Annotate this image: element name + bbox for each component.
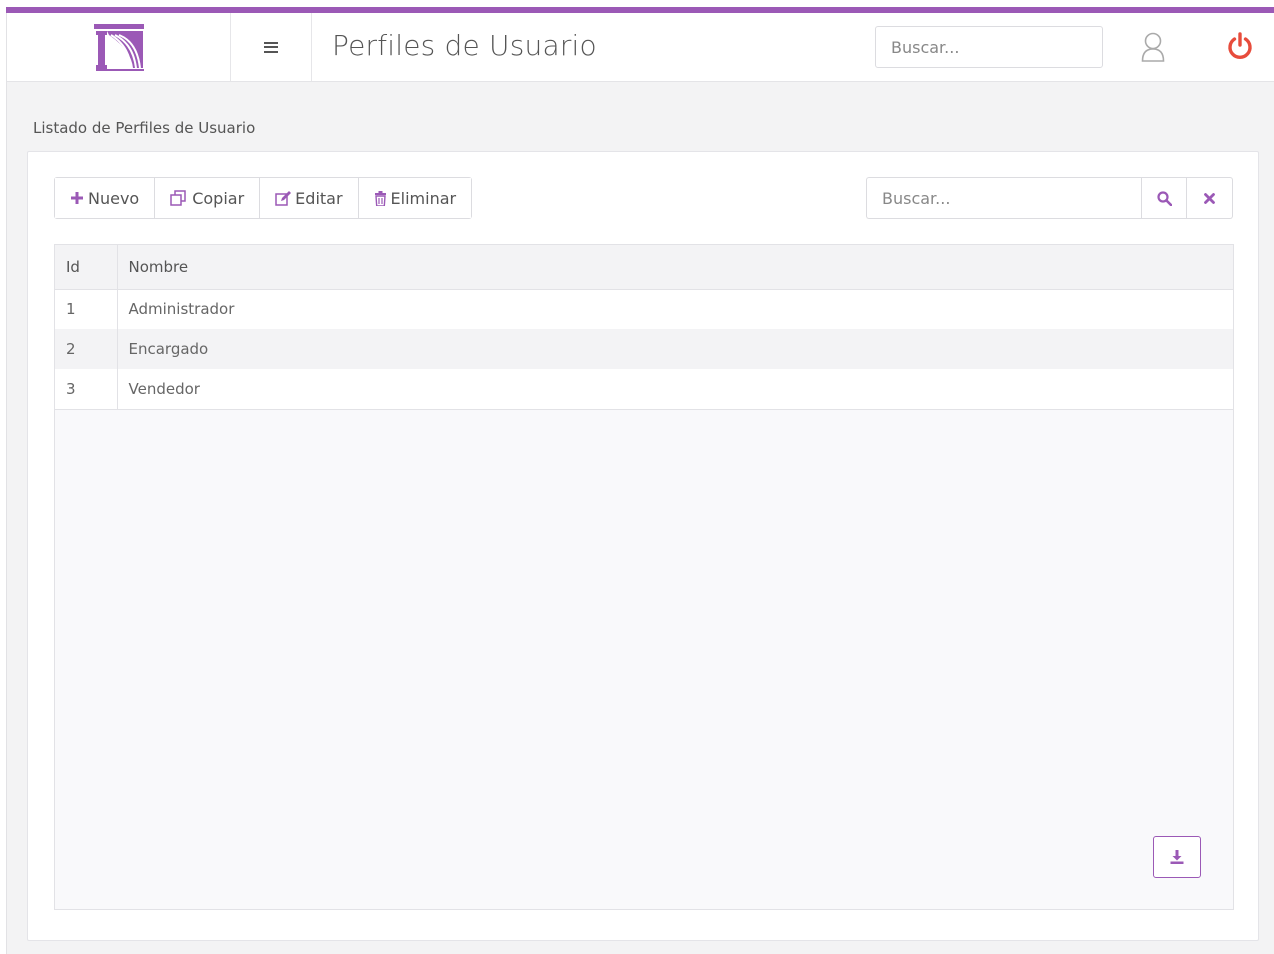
cell-id: 1 [55, 289, 118, 329]
logo-area [7, 13, 231, 81]
list-search-input[interactable] [866, 177, 1141, 219]
copy-icon [170, 190, 186, 206]
table-header-row: Id Nombre [55, 245, 1233, 290]
export-button[interactable] [1153, 836, 1201, 878]
edit-icon [275, 190, 292, 206]
column-header-nombre[interactable]: Nombre [117, 245, 1233, 290]
plus-icon [71, 192, 83, 204]
trash-icon [374, 190, 386, 206]
search-icon [1156, 190, 1172, 206]
power-icon[interactable] [1227, 32, 1253, 60]
logo[interactable] [93, 22, 145, 72]
header-search-input[interactable] [875, 26, 1103, 68]
table-row[interactable]: 3 Vendedor [55, 369, 1233, 410]
app-container: Perfiles de Usuario Listado de Perfiles … [6, 13, 1274, 954]
list-panel: Nuevo Copiar Editar Eliminar Buscar... I… [27, 151, 1259, 941]
cell-nombre: Encargado [128, 340, 209, 358]
hamburger-icon[interactable] [264, 41, 278, 53]
edit-button[interactable]: Editar [260, 178, 359, 218]
column-header-id[interactable]: Id [55, 245, 118, 290]
delete-button-label: Eliminar [390, 188, 457, 208]
list-search-group [866, 177, 1233, 219]
action-toolbar: Nuevo Copiar Editar Eliminar [54, 177, 473, 219]
user-icon[interactable] [1141, 32, 1165, 62]
cell-id: 2 [55, 329, 118, 369]
header: Perfiles de Usuario [7, 13, 1274, 82]
close-icon [1204, 192, 1215, 204]
cell-nombre: Administrador [128, 300, 235, 319]
table-row[interactable]: 1 Administrador [55, 289, 1233, 329]
profiles-table: Id Nombre 1 Administrador 2 Encargado 3 [54, 244, 1234, 910]
section-title: Listado de Perfiles de Usuario [33, 119, 256, 137]
cell-nombre: Vendedor [117, 369, 1233, 410]
page-title: Perfiles de Usuario [332, 29, 597, 62]
search-button[interactable] [1141, 177, 1187, 219]
clear-search-button[interactable] [1187, 177, 1233, 219]
download-icon [1170, 850, 1184, 864]
new-button[interactable]: Nuevo [55, 178, 156, 218]
cell-id: 3 [55, 369, 118, 410]
menu-toggle-cell [231, 13, 312, 81]
edit-button-label: Editar [295, 188, 343, 208]
copy-button-label: Copiar [192, 188, 245, 208]
copy-button[interactable]: Copiar [155, 178, 261, 218]
new-button-label: Nuevo [88, 188, 140, 208]
table-row[interactable]: 2 Encargado [55, 329, 1233, 369]
delete-button[interactable]: Eliminar [358, 178, 472, 218]
